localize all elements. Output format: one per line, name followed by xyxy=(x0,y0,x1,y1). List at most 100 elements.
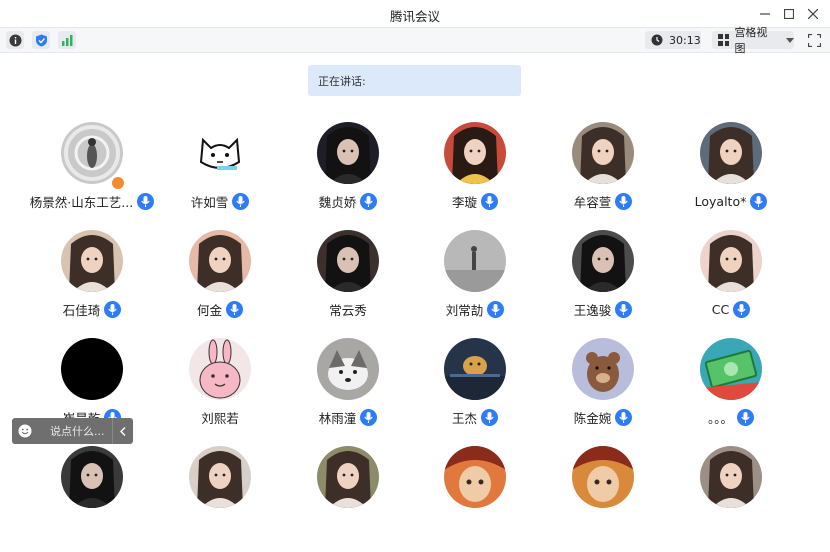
signal-button[interactable] xyxy=(58,31,76,49)
participant-tile[interactable]: CC xyxy=(667,230,795,336)
participant-name-row: 刘常劼 xyxy=(411,300,539,318)
avatar xyxy=(572,338,634,400)
microphone-icon xyxy=(737,408,754,426)
speaking-indicator: 正在讲话: xyxy=(308,65,521,96)
participant-tile[interactable]: 。。。 xyxy=(667,338,795,444)
participant-tile[interactable]: Loyalto* xyxy=(667,122,795,228)
info-button[interactable] xyxy=(6,31,24,49)
microphone-icon xyxy=(360,408,378,426)
participant-tile[interactable]: 陈金婉 xyxy=(539,338,667,444)
minimize-icon xyxy=(760,13,770,15)
participant-tile[interactable]: 石佳琦 xyxy=(28,230,156,336)
signal-icon xyxy=(61,35,72,46)
security-button[interactable] xyxy=(32,31,50,49)
participant-name: 魏贞娇 xyxy=(318,194,357,210)
close-button[interactable] xyxy=(803,4,823,24)
participant-tile[interactable]: 李璇 xyxy=(411,122,539,228)
avatar xyxy=(317,446,379,508)
chevron-down-icon xyxy=(786,37,794,43)
participant-name-row: 王杰 xyxy=(411,408,539,426)
participant-name: 杨景然·山东工艺... xyxy=(29,194,134,210)
participant-tile[interactable]: 王逸骏 xyxy=(539,230,667,336)
microphone-icon xyxy=(487,300,505,318)
avatar xyxy=(317,338,379,400)
participant-name-row: CC xyxy=(667,300,795,318)
participant-name-row: 何金 xyxy=(156,300,284,318)
microphone-icon xyxy=(226,300,243,318)
microphone-icon xyxy=(615,408,633,426)
participant-tile[interactable] xyxy=(539,446,667,552)
participant-name: 何金 xyxy=(196,302,222,318)
smiley-icon xyxy=(18,424,32,438)
participant-name: 刘常劼 xyxy=(445,302,484,318)
participant-name-row: 石佳琦 xyxy=(28,300,156,318)
participant-tile[interactable]: 刘熙若 xyxy=(156,338,284,444)
microphone-icon xyxy=(232,192,250,210)
microphone-icon xyxy=(615,300,633,318)
close-icon xyxy=(808,9,818,19)
avatar xyxy=(700,338,762,400)
participant-name: CC xyxy=(711,301,730,317)
participant-name-row: 杨景然·山东工艺... xyxy=(28,192,156,210)
avatar xyxy=(700,446,762,508)
avatar xyxy=(572,122,634,184)
avatar xyxy=(61,230,123,292)
shield-icon xyxy=(35,34,47,46)
avatar xyxy=(700,230,762,292)
participant-tile[interactable]: 许如雪 xyxy=(156,122,284,228)
microphone-icon xyxy=(360,192,378,210)
participant-tile[interactable]: 杨景然·山东工艺... xyxy=(28,122,156,228)
participant-name-row: Loyalto* xyxy=(667,192,795,210)
view-label: 宫格视图 xyxy=(734,26,768,55)
clock-icon xyxy=(651,34,663,46)
participant-tile[interactable]: 林雨潼 xyxy=(284,338,412,444)
participant-tile[interactable]: 王杰 xyxy=(411,338,539,444)
avatar xyxy=(61,446,123,508)
emoji-button[interactable] xyxy=(12,418,38,444)
participant-tile[interactable]: 何金 xyxy=(156,230,284,336)
avatar xyxy=(189,122,251,184)
participant-tile[interactable] xyxy=(284,446,412,552)
participant-name: 。。。 xyxy=(707,410,733,426)
participant-name: 陈金婉 xyxy=(573,410,612,426)
speaking-label: 正在讲话: xyxy=(318,75,366,88)
chat-input[interactable]: 说点什么... xyxy=(50,423,110,439)
participant-name: 林雨潼 xyxy=(318,410,357,426)
meeting-timer: 30:13 xyxy=(645,31,701,49)
participant-name-row: 常云秀 xyxy=(284,300,412,318)
avatar xyxy=(572,446,634,508)
participant-name: 李璇 xyxy=(451,194,477,210)
participant-name: 牟容萱 xyxy=(573,194,612,210)
maximize-button[interactable] xyxy=(779,4,799,24)
minimize-button[interactable] xyxy=(755,4,775,24)
participant-tile[interactable] xyxy=(411,446,539,552)
collapse-chat-button[interactable] xyxy=(112,418,133,444)
avatar xyxy=(317,230,379,292)
fullscreen-button[interactable] xyxy=(805,31,823,49)
microphone-icon xyxy=(733,300,751,318)
toolbar: 30:13 宫格视图 xyxy=(0,26,830,55)
participant-name: 许如雪 xyxy=(190,194,229,210)
grid-view-icon xyxy=(718,34,730,46)
view-selector[interactable]: 宫格视图 xyxy=(712,26,794,55)
avatar xyxy=(444,122,506,184)
avatar xyxy=(444,338,506,400)
microphone-icon xyxy=(615,192,633,210)
avatar xyxy=(61,338,123,400)
avatar xyxy=(444,230,506,292)
participant-tile[interactable] xyxy=(667,446,795,552)
participant-name: 王杰 xyxy=(451,410,477,426)
participant-name-row: 。。。 xyxy=(667,408,795,426)
participant-tile[interactable]: 牟容萱 xyxy=(539,122,667,228)
participant-name-row: 牟容萱 xyxy=(539,192,667,210)
chat-bar: 说点什么... xyxy=(12,418,133,444)
participant-tile[interactable]: 刘常劼 xyxy=(411,230,539,336)
participant-tile[interactable]: 魏贞娇 xyxy=(284,122,412,228)
participant-name-row: 许如雪 xyxy=(156,192,284,210)
microphone-icon xyxy=(137,192,155,210)
participant-tile[interactable]: 常云秀 xyxy=(284,230,412,336)
participant-name: 王逸骏 xyxy=(573,302,612,318)
participant-tile[interactable] xyxy=(28,446,156,552)
participant-tile[interactable] xyxy=(156,446,284,552)
avatar xyxy=(444,446,506,508)
